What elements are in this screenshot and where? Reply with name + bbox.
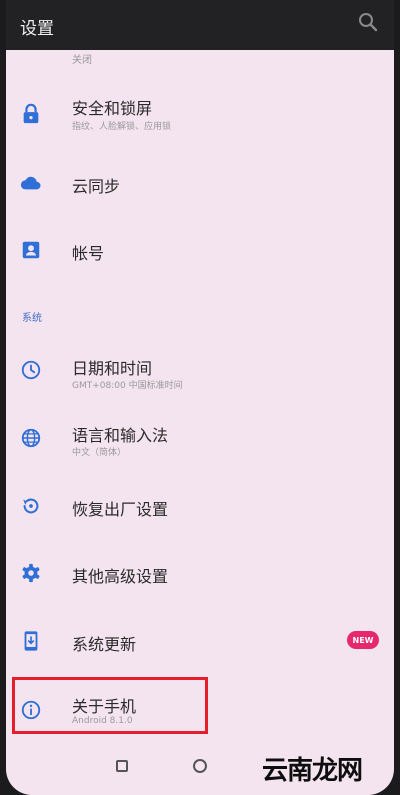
settings-item-system-update[interactable]: 系统更新 [6, 608, 394, 674]
lock-icon [23, 103, 39, 124]
settings-item-title: 安全和锁屏 [72, 99, 153, 118]
settings-item-security[interactable]: 安全和锁屏 指纹、人脸解锁、应用锁 [6, 75, 394, 141]
settings-item-account[interactable]: 帐号 [6, 218, 394, 284]
settings-item-subtitle: 中文（简体） [72, 448, 127, 458]
settings-item-title: 其他高级设置 [72, 567, 169, 586]
home-button[interactable] [193, 759, 207, 773]
top-app-bar: 设置 [6, 0, 394, 50]
cloud-icon [20, 176, 41, 190]
globe-icon [21, 428, 41, 448]
watermark: 云南龙网 [262, 756, 363, 786]
search-icon[interactable] [356, 10, 380, 34]
highlight-box [12, 677, 208, 734]
settings-item-title: 帐号 [72, 244, 105, 263]
settings-item-title: 日期和时间 [72, 359, 153, 378]
partial-item-subtitle: 关闭 [72, 55, 92, 66]
settings-item-title: 语言和输入法 [72, 426, 169, 445]
settings-item-language-input[interactable]: 语言和输入法 中文（简体） [6, 407, 394, 473]
page-title: 设置 [20, 19, 54, 39]
settings-item-advanced[interactable]: 其他高级设置 [6, 541, 394, 607]
system-update-icon [24, 631, 38, 651]
gear-icon [22, 563, 40, 583]
settings-item-title: 云同步 [72, 177, 121, 196]
new-badge: NEW [347, 631, 379, 649]
recent-apps-button[interactable] [116, 760, 128, 772]
settings-item-date-time[interactable]: 日期和时间 GMT+08:00 中国标准时间 [6, 340, 394, 406]
account-icon [22, 241, 40, 259]
settings-item-subtitle: GMT+08:00 中国标准时间 [72, 381, 183, 391]
restore-icon [23, 498, 39, 514]
clock-icon [21, 360, 41, 380]
settings-item-title: 恢复出厂设置 [72, 500, 169, 519]
settings-item-factory-reset[interactable]: 恢复出厂设置 [6, 474, 394, 540]
settings-item-title: 系统更新 [72, 635, 137, 654]
settings-screen: 设置 关闭 安全和锁屏 指纹、人脸解锁、应用锁 云同步 帐号 系统 日期和时间 … [6, 0, 394, 795]
settings-item-subtitle: 指纹、人脸解锁、应用锁 [72, 122, 172, 132]
settings-item-cloud-sync[interactable]: 云同步 [6, 150, 394, 216]
section-header-system: 系统 [22, 313, 42, 324]
